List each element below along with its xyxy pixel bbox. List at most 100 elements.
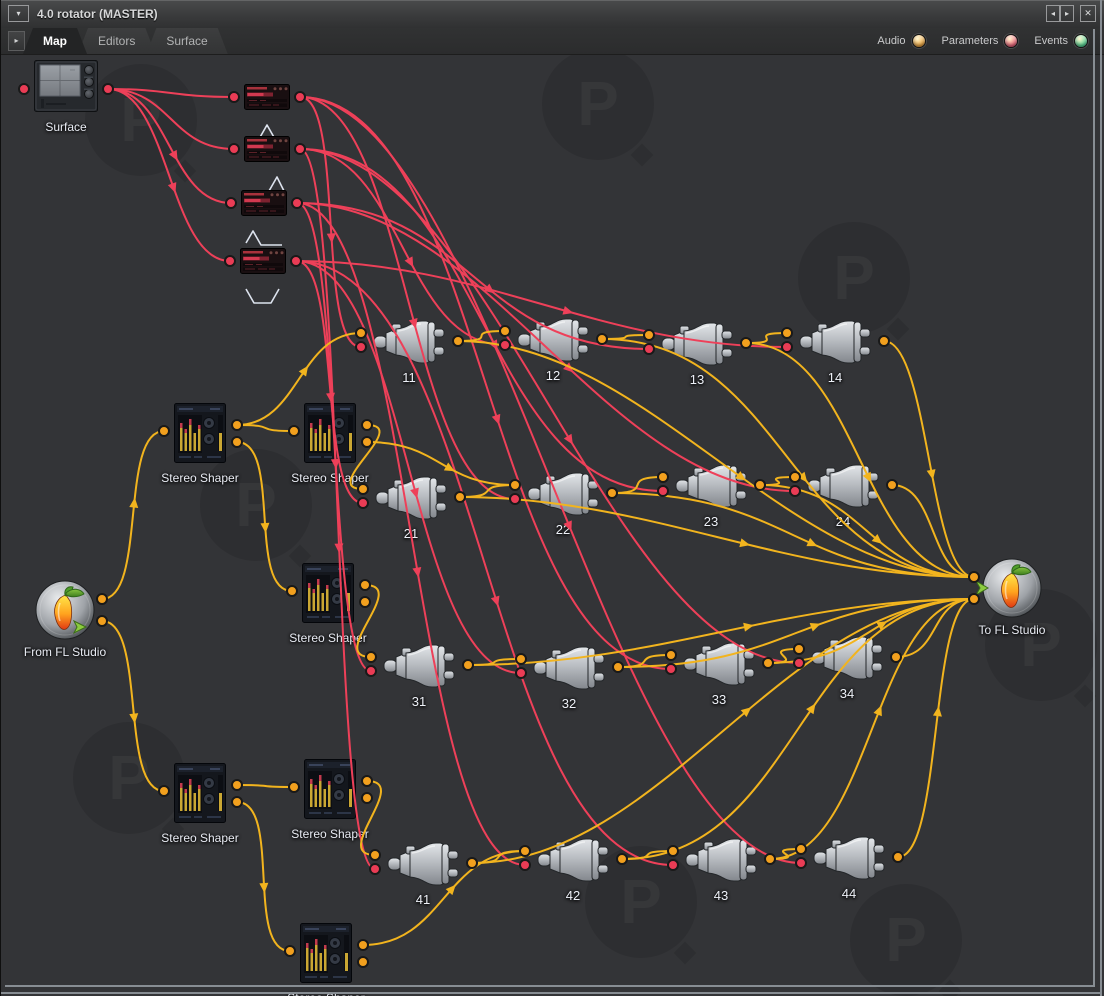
- node-m1[interactable]: [244, 84, 290, 140]
- wave-module-icon: [244, 84, 290, 110]
- wave-module-icon: [244, 136, 290, 162]
- plug-icon: [685, 838, 757, 882]
- legend-label: Parameters: [941, 35, 999, 47]
- node-p31[interactable]: 31: [383, 644, 455, 709]
- stereo-shaper-icon: [300, 923, 352, 983]
- node-label: 31: [411, 694, 427, 709]
- node-p13[interactable]: 13: [661, 322, 733, 387]
- stereo-shaper-icon: [304, 403, 356, 463]
- arrow-right-icon: ▸: [14, 36, 19, 45]
- surface-panel-icon: [34, 60, 98, 112]
- tab-map[interactable]: Map: [23, 28, 87, 54]
- node-ssB[interactable]: Stereo Shaper: [291, 403, 369, 485]
- tab-bar: ▸ Map Editors Surface Audio Parameters E…: [1, 28, 1104, 55]
- arrow-left-icon: ◂: [1050, 9, 1055, 18]
- node-p44[interactable]: 44: [813, 836, 885, 901]
- wave-peak-left-icon: [245, 230, 282, 246]
- node-p42[interactable]: 42: [537, 838, 609, 903]
- wave-module-icon: [240, 248, 286, 274]
- legend-item-audio: Audio: [877, 34, 926, 48]
- node-ssA[interactable]: Stereo Shaper: [161, 403, 239, 485]
- node-label: Stereo Shaper: [161, 831, 239, 845]
- stereo-shaper-icon: [174, 763, 226, 823]
- plug-icon: [375, 476, 447, 520]
- node-p21[interactable]: 21: [375, 476, 447, 541]
- node-label: Surface: [45, 120, 87, 134]
- stereo-shaper-icon: [304, 759, 356, 819]
- legend-item-events: Events: [1034, 34, 1088, 48]
- node-ssE[interactable]: Stereo Shaper: [291, 759, 369, 841]
- node-p34[interactable]: 34: [811, 636, 883, 701]
- node-m3[interactable]: [241, 190, 287, 246]
- node-label: 42: [565, 888, 581, 903]
- node-ssD[interactable]: Stereo Shaper: [161, 763, 239, 845]
- fl-logo-icon: [35, 580, 95, 640]
- close-icon: ✕: [1084, 8, 1092, 18]
- node-from[interactable]: From FL Studio: [24, 578, 106, 659]
- node-label: Stereo Shaper: [161, 471, 239, 485]
- arrow-right-icon: ▸: [1064, 9, 1069, 18]
- legend-item-parameters: Parameters: [942, 34, 1019, 48]
- window-menu-button[interactable]: ▾: [8, 5, 29, 22]
- events-led-icon: [1074, 34, 1088, 48]
- node-label: 13: [689, 372, 705, 387]
- node-label: 41: [415, 892, 431, 907]
- node-label: 33: [711, 692, 727, 707]
- title-bar: ▾ 4.0 rotator (MASTER) ◂ ▸ ✕: [1, 0, 1104, 29]
- wave-valley-icon: [245, 288, 280, 304]
- node-label: 32: [561, 696, 577, 711]
- stereo-shaper-icon: [174, 403, 226, 463]
- parameters-led-icon: [1004, 34, 1019, 48]
- tab-surface[interactable]: Surface: [146, 28, 227, 54]
- detach-right-button[interactable]: ▸: [1060, 5, 1074, 22]
- node-ssF[interactable]: Stereo Shaper: [287, 923, 365, 996]
- legend-label: Events: [1034, 35, 1068, 47]
- plug-icon: [811, 636, 883, 680]
- plug-icon: [799, 320, 871, 364]
- window-resize-handle[interactable]: [5, 985, 1095, 987]
- close-button[interactable]: ✕: [1080, 5, 1096, 22]
- node-m2[interactable]: [244, 136, 290, 192]
- plug-icon: [383, 644, 455, 688]
- node-p32[interactable]: 32: [533, 646, 605, 711]
- audio-led-icon: [911, 34, 926, 48]
- patcher-window: Surface Stereo Shaper Stereo Shaper Stereo …: [0, 0, 1104, 996]
- node-label: 43: [713, 888, 729, 903]
- plug-icon: [807, 464, 879, 508]
- node-p22[interactable]: 22: [527, 472, 599, 537]
- chevron-down-icon: ▾: [16, 9, 21, 18]
- node-p11[interactable]: 11: [373, 320, 445, 385]
- node-m4[interactable]: [240, 248, 286, 304]
- node-surface[interactable]: Surface: [34, 60, 98, 134]
- plug-icon: [813, 836, 885, 880]
- node-label: Stereo Shaper: [291, 471, 369, 485]
- plug-icon: [537, 838, 609, 882]
- node-label: 11: [402, 370, 416, 385]
- node-to[interactable]: To FL Studio: [974, 556, 1050, 637]
- window-title: 4.0 rotator (MASTER): [37, 7, 158, 21]
- node-p43[interactable]: 43: [685, 838, 757, 903]
- node-label: 14: [827, 370, 843, 385]
- window-resize-handle[interactable]: [1, 992, 1102, 994]
- fl-logo-icon: [974, 558, 1042, 618]
- node-label: 34: [839, 686, 855, 701]
- node-label: 23: [703, 514, 719, 529]
- node-p24[interactable]: 24: [807, 464, 879, 529]
- connection-legend: Audio Parameters Events: [877, 28, 1088, 54]
- plug-icon: [675, 464, 747, 508]
- wave-module-icon: [241, 190, 287, 216]
- window-resize-handle[interactable]: [1093, 29, 1095, 986]
- node-label: From FL Studio: [23, 645, 107, 659]
- tab-scroll-button[interactable]: ▸: [8, 31, 25, 51]
- node-label: 44: [841, 886, 857, 901]
- node-label: Stereo Shaper: [291, 827, 369, 841]
- node-p41[interactable]: 41: [387, 842, 459, 907]
- plug-icon: [387, 842, 459, 886]
- detach-left-button[interactable]: ◂: [1046, 5, 1060, 22]
- window-resize-handle[interactable]: [1100, 0, 1102, 996]
- node-label: To FL Studio: [978, 623, 1046, 637]
- node-label: 12: [545, 368, 561, 383]
- legend-label: Audio: [877, 35, 906, 47]
- tab-editors[interactable]: Editors: [78, 28, 155, 54]
- node-p14[interactable]: 14: [799, 320, 871, 385]
